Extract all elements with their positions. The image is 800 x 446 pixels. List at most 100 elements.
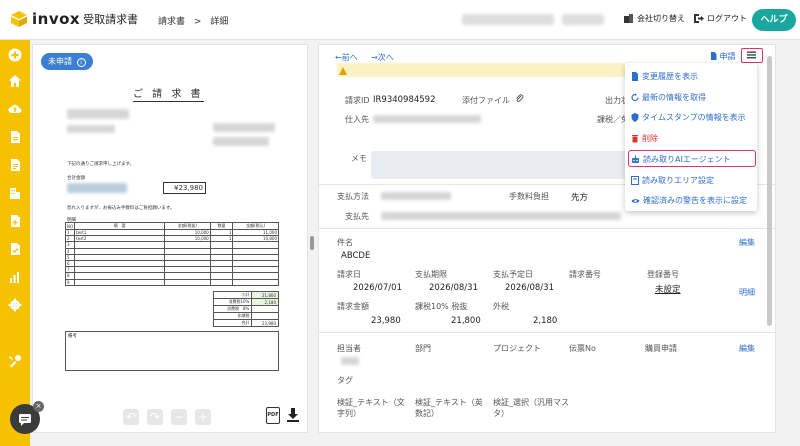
vendor-value-blurred (373, 115, 481, 123)
subject-label: 件名 (337, 238, 353, 247)
logout-icon (694, 14, 704, 23)
menu-item-refresh[interactable]: 最新の情報を取得 (631, 92, 706, 103)
paperclip-icon[interactable] (515, 94, 524, 104)
left-nav (0, 40, 30, 446)
pay-method-label: 支払方法 (337, 192, 369, 201)
invoice-summary-cell: 合計 (212, 319, 253, 327)
document-icon (711, 52, 717, 60)
payee-label: 支払先 (345, 212, 369, 221)
hamburger-icon (747, 51, 756, 59)
request-button[interactable]: 申請 (710, 51, 736, 62)
breadcrumb-root[interactable]: 請求書 (158, 17, 185, 27)
menu-item-delete[interactable]: 削除 (631, 133, 658, 144)
edit-link[interactable]: 編集 (739, 237, 755, 248)
download-icon[interactable] (286, 407, 300, 423)
menu-item-history[interactable]: 変更履歴を表示 (631, 71, 698, 82)
frame-icon (631, 176, 639, 185)
pdf-icon[interactable]: PDF (266, 407, 280, 424)
switch-company-button[interactable]: 会社切り替え (623, 13, 685, 24)
menu-item-ai-agent[interactable]: 読み取りAIエージェント (631, 154, 731, 165)
invoice-table-cell (232, 278, 279, 286)
zoom-out-icon[interactable]: − (171, 409, 187, 425)
chart-icon[interactable] (8, 270, 22, 284)
user-name-blurred (562, 14, 604, 25)
custom2-label: 検証_テキスト（英数記） (415, 398, 483, 418)
invoice-summary-cell: 2,180 (251, 298, 279, 306)
invoice-payment-note: 恐れ入りますが、お振込み手数料はご負担願います。 (67, 206, 175, 211)
fee-value: 先方 (571, 193, 589, 203)
breadcrumb: 請求書 > 詳細 (158, 14, 234, 27)
logo[interactable]: invox 受取請求書 (10, 10, 138, 28)
subject-value: ABCDE (341, 251, 371, 261)
menu-item-read-area[interactable]: 読み取りエリア設定 (631, 175, 714, 186)
payee-value-blurred (381, 212, 621, 220)
menu-button[interactable] (741, 48, 763, 63)
document-tools: ↶ ↷ − + (123, 409, 211, 425)
fee-label: 手数料負担 (509, 192, 549, 201)
tax10-label: 課税10% 税抜 (415, 302, 468, 311)
breakdown-link[interactable]: 明細 (739, 287, 755, 298)
document-check-icon[interactable] (8, 242, 22, 256)
issuer-blurred (213, 123, 275, 132)
shield-icon (631, 113, 639, 122)
invoice-table-cell (209, 278, 234, 286)
gear-icon[interactable] (8, 298, 22, 312)
invoice-table-header: 金額(税抜) (164, 222, 211, 230)
chat-close-icon[interactable]: × (33, 401, 44, 412)
home-icon[interactable] (8, 74, 22, 88)
redo-icon[interactable]: ↷ (147, 409, 163, 425)
memo-field[interactable] (371, 151, 629, 179)
switch-company-icon (624, 14, 633, 23)
panel-resize-handle[interactable] (310, 236, 314, 250)
reg-no-label: 登録番号 (647, 270, 679, 279)
invoice-table-header: 摘 要 (74, 222, 166, 230)
edit-link-2[interactable]: 編集 (739, 343, 755, 354)
reg-no-value[interactable]: 未設定 (655, 283, 681, 295)
invoice-summary-cell: 21,800 (251, 291, 279, 299)
cloud-upload-icon[interactable] (8, 102, 22, 116)
amount-label: 請求金額 (337, 302, 369, 311)
refresh-icon (631, 93, 639, 102)
amount-value: 23,980 (371, 316, 401, 326)
invoice-date-value: 2026/07/01 (353, 283, 402, 293)
product-name: 受取請求書 (83, 13, 139, 26)
next-link[interactable]: →次へ (371, 52, 394, 63)
person-value-blurred (341, 357, 359, 365)
detail-scrollbar[interactable] (767, 56, 772, 326)
robot-icon (632, 155, 639, 163)
undo-icon[interactable]: ↶ (123, 409, 139, 425)
vendor-address-blurred (67, 109, 129, 119)
zoom-in-icon[interactable]: + (195, 409, 211, 425)
menu-item-timestamp[interactable]: タイムスタンプの情報を表示 (631, 112, 746, 123)
info-icon[interactable]: i (76, 58, 86, 67)
amount-highlight (67, 183, 127, 193)
attachment-label: 添付ファイル (462, 96, 510, 105)
invoice-table-cell (74, 278, 166, 286)
plus-icon[interactable] (8, 48, 22, 62)
section-divider-2 (319, 228, 775, 229)
document-add-icon[interactable] (8, 214, 22, 228)
document-icon[interactable] (8, 130, 22, 144)
invoice-table-header: 数量 (209, 222, 234, 230)
help-button[interactable]: ヘルプ (752, 9, 796, 31)
tools-icon[interactable] (8, 354, 22, 368)
invoice-summary: 小計 21,800 消費税10% 2,180 消費税 8% 非課税 合計 23,980 (212, 291, 279, 327)
invoice-id-label: 請求ID (345, 96, 370, 105)
breadcrumb-current: 詳細 (210, 17, 229, 27)
invoice-summary-cell (251, 312, 279, 320)
invoice-table-header: 金額(税込) (232, 222, 279, 230)
person-label: 担当者 (337, 344, 361, 353)
prev-link[interactable]: ←前へ (335, 52, 358, 63)
document-icon (632, 72, 638, 81)
building-icon[interactable] (8, 186, 22, 200)
logout-button[interactable]: ログアウト (693, 13, 747, 24)
company-name-blurred (462, 14, 554, 25)
invoice-table: NO 摘 要金額(税抜) 数量 金額(税込) 1 test1 10,000 1 11,000 2… (64, 222, 279, 286)
invoice-table-cell: 9 (64, 278, 76, 286)
dept-label: 部門 (415, 344, 431, 353)
invoice-remark-box: 備考 (65, 331, 279, 371)
breadcrumb-separator: > (193, 17, 202, 27)
menu-item-show-warnings[interactable]: 確認済みの警告を表示に設定 (631, 195, 747, 206)
tag-label: タグ (337, 376, 353, 385)
document-list-icon[interactable] (8, 158, 22, 172)
